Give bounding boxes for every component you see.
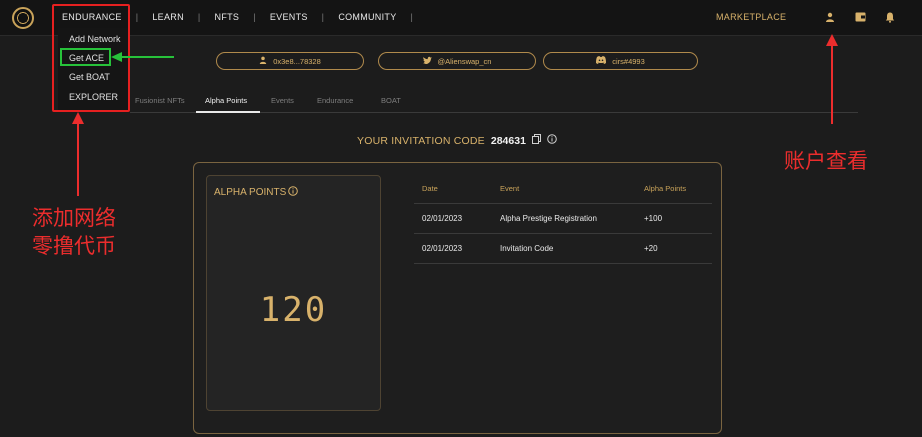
points-summary-box: ALPHA POINTS 120 [206, 175, 381, 411]
top-navbar: ENDURANCE | LEARN | NFTS | EVENTS | COMM… [0, 0, 922, 36]
annotation-line: 零撸代币 [32, 234, 116, 258]
cell-date: 02/01/2023 [422, 244, 463, 253]
nav-item-community[interactable]: COMMUNITY [338, 12, 396, 22]
green-arrow-icon [111, 52, 174, 62]
user-icon[interactable] [824, 11, 836, 23]
wallet-address-pill[interactable]: 0x3e8...78328 [216, 52, 364, 70]
info-icon[interactable] [547, 134, 557, 147]
tab-boat[interactable]: BOAT [381, 96, 401, 105]
nav-item-nfts[interactable]: NFTS [215, 12, 240, 22]
logo-icon[interactable] [12, 7, 34, 29]
cell-points: +100 [644, 214, 663, 223]
points-title: ALPHA POINTS [214, 186, 299, 199]
nav-separator: | [253, 12, 256, 22]
red-arrow-up-icon [826, 34, 838, 124]
active-tab-indicator [196, 111, 260, 113]
nav-separator: | [135, 12, 139, 22]
tab-events[interactable]: Events [271, 96, 294, 105]
points-title-text: ALPHA POINTS [214, 187, 287, 198]
points-history-table: Date Event Alpha Points 02/01/2023 Alpha… [414, 177, 712, 264]
nav-item-learn[interactable]: LEARN [152, 12, 184, 22]
annotation-line: 添加网络 [32, 206, 116, 230]
cell-event: Invitation Code [500, 244, 554, 253]
invitation-label: YOUR INVITATION CODE [357, 134, 485, 147]
discord-handle-text: cirs#4993 [612, 56, 645, 66]
red-arrow-up-icon [72, 112, 84, 196]
tab-alpha-points[interactable]: Alpha Points [205, 96, 247, 105]
cell-event: Alpha Prestige Registration [500, 214, 597, 223]
marketplace-link[interactable]: MARKETPLACE [716, 12, 786, 22]
column-header-event: Event [500, 184, 520, 193]
table-header: Date Event Alpha Points [414, 177, 712, 204]
column-header-alpha-points: Alpha Points [644, 184, 687, 193]
twitter-icon [422, 56, 432, 66]
annotation-left-text: 添加网络 零撸代币 [32, 204, 116, 260]
discord-pill[interactable]: cirs#4993 [543, 52, 698, 70]
invitation-code-row: YOUR INVITATION CODE 284631 [357, 134, 557, 147]
copy-icon[interactable] [531, 134, 541, 147]
bell-icon[interactable] [884, 11, 896, 23]
nav-separator: | [321, 12, 325, 22]
table-row: 02/01/2023 Alpha Prestige Registration +… [414, 204, 712, 234]
wallet-address-text: 0x3e8...78328 [273, 56, 321, 66]
twitter-pill[interactable]: @Alienswap_cn [378, 52, 536, 70]
tab-fusionist-nfts[interactable]: Fusionist NFTs [135, 96, 185, 105]
info-icon[interactable] [288, 186, 299, 199]
tab-endurance[interactable]: Endurance [317, 96, 353, 105]
cell-date: 02/01/2023 [422, 214, 463, 223]
twitter-handle-text: @Alienswap_cn [437, 56, 492, 66]
annotation-green-box [60, 48, 111, 66]
invitation-code: 284631 [490, 134, 526, 147]
nav-separator: | [410, 12, 414, 22]
annotation-right-text: 账户查看 [784, 149, 868, 173]
nav-item-events[interactable]: EVENTS [270, 12, 308, 22]
profile-tabs: Fusionist NFTs Alpha Points Events Endur… [130, 95, 858, 113]
discord-icon [596, 56, 607, 66]
points-value: 120 [259, 290, 328, 330]
wallet-icon[interactable] [854, 11, 866, 23]
alpha-points-card: ALPHA POINTS 120 Date Event Alpha Points… [193, 162, 722, 434]
user-icon [259, 56, 267, 66]
table-row: 02/01/2023 Invitation Code +20 [414, 234, 712, 264]
column-header-date: Date [422, 184, 438, 193]
cell-points: +20 [644, 244, 658, 253]
nav-separator: | [197, 12, 201, 22]
